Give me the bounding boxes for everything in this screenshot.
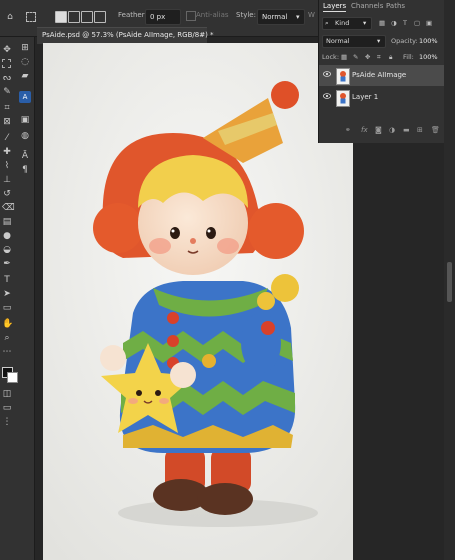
layer-name: Layer 1 [352,93,379,101]
speech-bubble-icon[interactable]: ▰ [20,71,30,81]
scrollbar-thumb[interactable] [447,262,452,302]
chevron-down-icon: ▾ [377,37,381,45]
layers-panel: Layers Channels Paths ⌕ Kind ▾ ▦ ◑ T ▢ ▣… [318,0,455,143]
rectangle-marquee-icon[interactable] [2,59,11,68]
antialias-label: Anti-alias [196,11,229,19]
lock-all-icon[interactable]: 🔒︎ [389,53,392,62]
add-mask-icon[interactable]: ◙ [375,126,382,134]
filter-pixel-icon[interactable]: ▦ [379,19,385,27]
adjustment-layer-icon[interactable]: ◑ [389,126,395,134]
artboard-tool-icon[interactable]: ⊞ [20,43,30,53]
subtract-selection-icon[interactable] [81,11,93,23]
opacity-value[interactable]: 100% [419,37,438,45]
layer-row-layer-1[interactable]: Layer 1 [319,87,445,108]
plugin-icon[interactable]: A [19,91,31,103]
trash-icon[interactable]: 🗑︎ [431,126,440,134]
eye-icon[interactable] [323,71,331,77]
layer-name: PsAide AIImage [352,71,407,79]
layer-thumbnail [336,90,350,107]
shape-icon[interactable]: ▭ [2,303,12,313]
background-color-swatch[interactable] [7,372,18,383]
lock-label: Lock: [322,53,340,61]
tab-layers[interactable]: Layers [323,2,347,12]
style-label: Style: [236,11,256,19]
type-icon[interactable]: T [2,275,12,285]
marquee-tool-icon[interactable] [26,12,36,22]
style-select[interactable]: Normal ▾ [257,9,305,25]
search-icon: ⌕ [325,19,329,27]
fill-value[interactable]: 100% [419,53,438,61]
filter-shape-icon[interactable]: ▢ [414,19,420,27]
add-to-selection-icon[interactable] [68,11,80,23]
lasso-icon[interactable]: ᔓ [2,73,12,83]
opacity-label: Opacity: [391,37,418,45]
width-label: W [308,11,315,19]
filter-adjust-icon[interactable]: ◑ [391,19,397,27]
panel-scrollbar[interactable] [444,0,455,560]
fill-label: Fill: [403,53,414,61]
document-tab[interactable]: PsAide.psd @ 57.3% (PsAide AIImage, RGB/… [37,27,214,44]
quick-mask-icon[interactable]: ◫ [2,389,12,399]
chevron-down-icon: ▾ [363,19,367,27]
tools-panel: ✥ ⊞ ◌ ᔓ ▰ ✎ A ⌗ ⊠ ▣ ⁄ ◍ ✚ ⌇ Ā ⊥ ¶ ↺ ⌫ ▤ … [0,37,35,560]
blur-icon[interactable]: ● [2,231,12,241]
screen-mode-icon[interactable]: ▭ [2,403,12,413]
paragraph-icon[interactable]: ¶ [20,165,30,175]
pen-icon[interactable]: ✒ [2,259,12,269]
layer-filter-select[interactable]: ⌕ Kind ▾ [322,17,372,30]
zoom-icon[interactable]: ⌕ [2,333,12,343]
frame-icon[interactable]: ⊠ [2,117,12,127]
layers-panel-footer: ⚭ fx ◙ ◑ ▬ ⊞ 🗑︎ [319,124,445,136]
lock-pixels-icon[interactable]: ✎ [353,53,358,61]
document-canvas[interactable] [43,43,353,560]
hand-icon[interactable]: ✋ [2,319,13,329]
dodge-icon[interactable]: ◒ [2,245,12,255]
quick-select-icon[interactable]: ✎ [2,87,12,97]
eyedropper-icon[interactable]: ⁄ [2,133,12,143]
lock-position-icon[interactable]: ✥ [365,53,370,61]
eraser-icon[interactable]: ⌫ [2,203,15,213]
antialias-checkbox[interactable] [186,11,196,21]
filter-smart-icon[interactable]: ▣ [426,19,432,27]
link-layers-icon[interactable]: ⚭ [345,126,351,134]
tab-channels[interactable]: Channels [351,2,383,10]
fx-icon[interactable]: fx [361,126,368,134]
home-icon[interactable]: ⌂ [5,12,15,22]
lock-transparent-icon[interactable]: ▦ [341,53,347,61]
move-tool-icon[interactable]: ✥ [2,45,12,55]
tab-paths[interactable]: Paths [386,2,405,10]
filter-type-icon[interactable]: T [403,19,407,27]
history-brush-icon[interactable]: ↺ [2,189,12,199]
blend-mode-select[interactable]: Normal ▾ [322,35,386,48]
intersect-selection-icon[interactable] [94,11,106,23]
layer-row-psaide-aiimage[interactable]: PsAide AIImage [319,65,445,86]
brush-icon[interactable]: ⌇ [2,161,12,171]
new-selection-icon[interactable] [55,11,67,23]
ellipse-marquee-icon[interactable]: ◌ [20,57,30,67]
felt-doll-image [43,43,353,560]
feather-input[interactable]: 0 px [145,9,181,25]
image-icon[interactable]: ▣ [20,115,30,125]
new-layer-icon[interactable]: ⊞ [417,126,423,134]
new-group-icon[interactable]: ▬ [403,126,410,134]
globe-icon[interactable]: ◍ [20,131,30,141]
document-tab-title: PsAide.psd @ 57.3% (PsAide AIImage, RGB/… [42,31,214,39]
layer-thumbnail [336,68,350,85]
clone-stamp-icon[interactable]: ⊥ [2,175,12,185]
feather-label: Feather: [118,11,147,19]
lock-artboard-icon[interactable]: ⌗ [377,53,381,62]
more-tools-icon[interactable]: ⋯ [2,347,12,357]
crop-icon[interactable]: ⌗ [2,103,12,113]
eye-icon[interactable] [323,93,331,99]
chevron-down-icon: ▾ [296,13,300,21]
gradient-icon[interactable]: ▤ [2,217,12,227]
healing-brush-icon[interactable]: ✚ [2,147,12,157]
path-select-icon[interactable]: ➤ [2,289,12,299]
type-tool-icon-a[interactable]: Ā [20,151,30,161]
extra-tool-icon[interactable]: ⋮ [2,417,12,427]
